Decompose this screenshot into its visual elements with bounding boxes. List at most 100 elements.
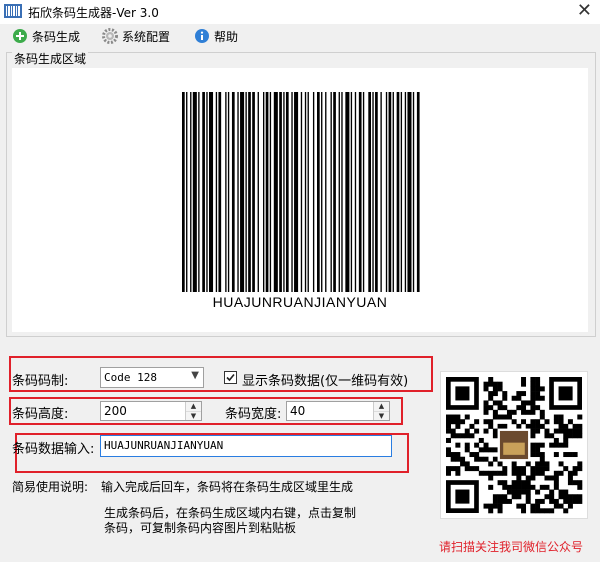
qr-module	[563, 494, 569, 500]
qr-module	[455, 414, 461, 420]
qr-module	[563, 508, 569, 514]
spin-down-icon[interactable]: ▼	[186, 411, 201, 421]
barcode-bar	[412, 92, 415, 292]
qr-module	[530, 419, 536, 425]
barcode-bar	[350, 92, 353, 292]
qr-module	[469, 466, 475, 472]
qr-module	[530, 405, 536, 411]
barcode-bar	[182, 92, 185, 292]
qr-module	[469, 452, 475, 458]
qr-module	[488, 475, 494, 481]
qr-module	[521, 409, 527, 415]
height-stepper[interactable]: ▲ ▼	[100, 401, 204, 421]
qr-module	[455, 419, 461, 425]
qr-caption: 请扫描关注我司微信公众号	[439, 540, 584, 554]
qr-module	[492, 386, 498, 392]
qr-module	[492, 409, 498, 415]
qr-module	[483, 447, 489, 453]
qr-module	[455, 423, 461, 429]
qr-module	[530, 409, 536, 415]
qr-module	[549, 494, 555, 500]
qr-module	[558, 442, 564, 448]
barcode-bar	[237, 92, 239, 292]
close-icon[interactable]: ✕	[577, 0, 592, 22]
qr-module	[488, 377, 494, 382]
qr-module	[450, 414, 456, 420]
qr-module	[563, 489, 569, 495]
menu-generate-label: 条码生成	[32, 29, 81, 44]
qr-module	[446, 428, 451, 434]
barcode-canvas[interactable]: HUAJUNRUANJIANYUAN	[12, 68, 588, 332]
qr-module	[483, 442, 489, 448]
qr-module	[553, 480, 559, 486]
qr-module	[544, 484, 550, 490]
symbology-select[interactable]: Code 128 ▼	[100, 367, 204, 388]
qr-module	[506, 498, 512, 504]
qr-module	[539, 466, 545, 472]
qr-module	[502, 498, 508, 504]
qr-module	[549, 508, 555, 514]
qr-module	[553, 442, 559, 448]
qr-finder	[558, 386, 573, 401]
qr-module	[511, 466, 517, 472]
width-stepper[interactable]: ▲ ▼	[286, 401, 392, 421]
barcode-data-input[interactable]	[101, 439, 394, 452]
spin-up-icon[interactable]: ▲	[186, 402, 201, 411]
qr-module	[450, 456, 456, 462]
menu-help[interactable]: 帮助	[194, 27, 238, 45]
barcode-data-field[interactable]	[100, 435, 394, 457]
qr-module	[502, 414, 508, 420]
menu-generate[interactable]: 条码生成	[12, 27, 80, 45]
qr-module	[535, 386, 541, 392]
spin-down-icon[interactable]: ▼	[374, 411, 389, 421]
qr-module	[478, 456, 484, 462]
qr-module	[516, 395, 522, 401]
qr-module	[553, 503, 559, 509]
barcode-bar	[321, 92, 323, 292]
qr-module	[544, 508, 550, 514]
qr-module	[549, 475, 555, 481]
qr-module	[530, 508, 536, 514]
qr-module	[530, 377, 536, 382]
qr-module	[572, 423, 578, 429]
qr-module	[525, 494, 531, 500]
qr-module	[577, 498, 583, 504]
qr-module	[539, 508, 545, 514]
qr-module	[553, 437, 559, 443]
qr-module	[563, 498, 569, 504]
qr-module	[506, 409, 512, 415]
menu-settings[interactable]: 系统配置	[102, 27, 170, 45]
qr-module	[488, 503, 494, 509]
qr-module	[558, 419, 564, 425]
qr-module	[530, 423, 536, 429]
qr-module	[464, 447, 470, 453]
qr-module	[530, 484, 536, 490]
barcode-bar	[333, 92, 336, 292]
qr-module	[497, 494, 503, 500]
qr-module	[502, 480, 508, 486]
barcode-bar	[209, 92, 214, 292]
barcode-bar	[291, 92, 293, 292]
qr-module	[488, 470, 494, 476]
qr-module	[521, 489, 527, 495]
qr-module	[535, 508, 541, 514]
barcode-bar	[285, 92, 289, 292]
toolbar: 条码生成 系统配置 帮助	[0, 24, 600, 48]
qr-logo	[503, 442, 525, 455]
qr-module	[483, 386, 489, 392]
spin-up-icon[interactable]: ▲	[374, 402, 389, 411]
qr-module	[464, 414, 470, 420]
qr-module	[539, 442, 545, 448]
qr-module	[497, 503, 503, 509]
qr-module	[563, 466, 569, 472]
instructions-line-2: 生成条码后，在条码生成区域内右键，点击复制	[104, 506, 357, 520]
qr-module	[563, 442, 569, 448]
barcode-bar	[372, 92, 374, 292]
qr-module	[521, 400, 527, 406]
qr-module	[464, 433, 470, 439]
qr-module	[530, 428, 536, 434]
barcode-bar	[338, 92, 340, 292]
qr-module	[535, 381, 541, 387]
show-data-checkbox[interactable]	[224, 371, 237, 384]
instructions-line-1: 输入完成后回车，条码将在条码生成区域里生成	[101, 480, 354, 494]
